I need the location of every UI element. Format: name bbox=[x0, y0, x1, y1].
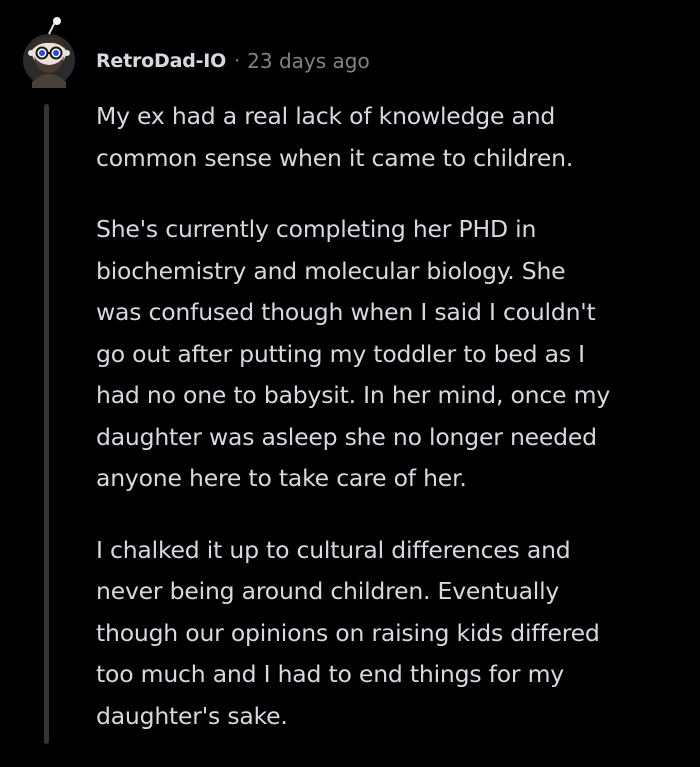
text-line: biochemistry and molecular biology. She bbox=[96, 256, 566, 285]
comment-body: My ex had a real lack of knowledge and c… bbox=[96, 96, 696, 767]
text-line: go out after putting my toddler to bed a… bbox=[96, 339, 585, 368]
comment: RetroDad-IO · 23 days ago My ex had a re… bbox=[0, 0, 700, 744]
comment-meta: RetroDad-IO · 23 days ago bbox=[96, 47, 370, 75]
text-line: I chalked it up to cultural differences … bbox=[96, 535, 571, 564]
text-line: had no one to babysit. In her mind, once… bbox=[96, 381, 611, 409]
text-line: common sense when it came to children. bbox=[96, 143, 574, 172]
text-line: daughter's sake. bbox=[96, 701, 288, 730]
user-avatar[interactable] bbox=[22, 16, 76, 88]
text-line: never being around children. Eventually bbox=[96, 577, 560, 605]
text-line: was confused though when I said I couldn… bbox=[96, 298, 596, 326]
text-line: She's currently completing her PHD in bbox=[96, 215, 537, 243]
comment-paragraph: My ex had a real lack of knowledge and c… bbox=[96, 96, 696, 179]
username-link[interactable]: RetroDad-IO bbox=[96, 50, 226, 72]
text-line: daughter was asleep she no longer needed bbox=[96, 422, 597, 451]
comment-timestamp[interactable]: 23 days ago bbox=[247, 49, 370, 73]
text-line: My ex had a real lack of knowledge and bbox=[96, 102, 556, 130]
thread-collapse-line[interactable] bbox=[44, 104, 49, 744]
text-line: anyone here to take care of her. bbox=[96, 464, 467, 492]
text-line: too much and I had to end things for my bbox=[96, 660, 565, 688]
comment-paragraph: She's currently completing her PHD in bi… bbox=[96, 209, 696, 500]
meta-separator: · bbox=[234, 50, 241, 72]
comment-paragraph: I chalked it up to cultural differences … bbox=[96, 530, 696, 738]
text-line: though our opinions on raising kids diff… bbox=[96, 618, 600, 647]
snoo-avatar-icon bbox=[23, 17, 75, 88]
